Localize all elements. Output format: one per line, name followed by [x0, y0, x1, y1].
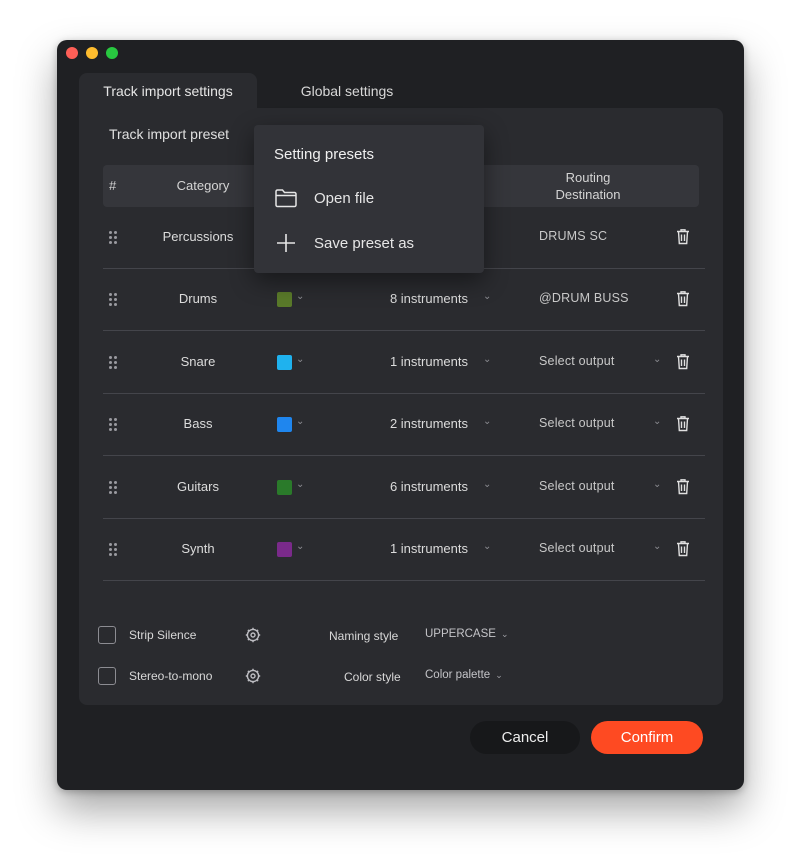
open-file-label: Open file [314, 189, 375, 207]
chevron-down-icon[interactable]: ⌄ [483, 479, 491, 490]
chevron-down-icon[interactable]: ⌄ [653, 354, 661, 365]
stereo-to-mono-settings-icon[interactable] [245, 668, 261, 684]
drag-handle-icon[interactable] [109, 481, 119, 495]
row-category: Snare [180, 354, 216, 369]
color-swatch[interactable] [277, 355, 292, 370]
table-row: Bass ⌄ 2 instruments ⌄ Select output ⌄ [103, 394, 705, 456]
color-swatch[interactable] [277, 542, 292, 557]
tab-track-import-settings[interactable]: Track import settings [79, 73, 257, 109]
row-instruments[interactable]: 6 instruments [358, 479, 468, 494]
row-routing[interactable]: @DRUM BUSS [539, 291, 629, 305]
chevron-down-icon[interactable]: ⌄ [653, 479, 661, 490]
drag-handle-icon[interactable] [109, 418, 119, 432]
strip-silence-settings-icon[interactable] [245, 627, 261, 643]
cancel-button[interactable]: Cancel [470, 721, 580, 754]
trash-icon[interactable] [676, 228, 690, 245]
chevron-down-icon[interactable]: ⌄ [483, 291, 491, 302]
chevron-down-icon[interactable]: ⌄ [296, 354, 304, 365]
row-instruments[interactable]: 2 instruments [358, 416, 468, 431]
strip-silence-checkbox[interactable] [98, 626, 116, 644]
minimize-window-button[interactable] [86, 47, 98, 59]
zoom-window-button[interactable] [106, 47, 118, 59]
drag-handle-icon[interactable] [109, 231, 119, 245]
window-controls [66, 47, 118, 59]
trash-icon[interactable] [676, 353, 690, 370]
chevron-down-icon[interactable]: ⌄ [296, 416, 304, 427]
row-routing[interactable]: DRUMS SC [539, 229, 607, 243]
row-category: Bass [183, 416, 213, 431]
chevron-down-icon[interactable]: ⌄ [653, 541, 661, 552]
folder-icon [275, 189, 297, 208]
plus-icon [277, 234, 295, 252]
trash-icon[interactable] [676, 290, 690, 307]
drag-handle-icon[interactable] [109, 543, 119, 557]
chevron-down-icon[interactable]: ⌄ [483, 541, 491, 552]
chevron-down-icon: ⌄ [495, 670, 503, 680]
chevron-down-icon[interactable]: ⌄ [296, 291, 304, 302]
row-category: Synth [181, 541, 215, 556]
row-routing[interactable]: Select output [539, 416, 615, 430]
tab-global-settings[interactable]: Global settings [277, 73, 417, 109]
row-routing[interactable]: Select output [539, 479, 615, 493]
track-import-preset-label: Track import preset [109, 126, 230, 142]
chevron-down-icon[interactable]: ⌄ [483, 354, 491, 365]
color-swatch[interactable] [277, 480, 292, 495]
save-preset-as-menu-item[interactable]: Save preset as [274, 231, 414, 255]
chevron-down-icon: ⌄ [500, 629, 509, 639]
header-index: # [109, 178, 117, 193]
naming-style-label: Naming style [329, 629, 399, 643]
popover-title: Setting presets [274, 146, 375, 163]
row-instruments[interactable]: 1 instruments [358, 354, 468, 369]
row-instruments[interactable]: 1 instruments [358, 541, 468, 556]
row-category: Drums [178, 291, 218, 306]
header-category: Category [176, 178, 230, 193]
row-routing[interactable]: Select output [539, 354, 615, 368]
row-category: Guitars [177, 479, 219, 494]
header-routing: Routing Destination [555, 170, 621, 202]
confirm-button[interactable]: Confirm [591, 721, 703, 754]
chevron-down-icon[interactable]: ⌄ [296, 479, 304, 490]
table-row: Drums ⌄ 8 instruments ⌄ @DRUM BUSS [103, 269, 705, 331]
chevron-down-icon[interactable]: ⌄ [483, 416, 491, 427]
stereo-to-mono-checkbox[interactable] [98, 667, 116, 685]
close-window-button[interactable] [66, 47, 78, 59]
table-row: Synth ⌄ 1 instruments ⌄ Select output ⌄ [103, 519, 705, 581]
row-category: Percussions [162, 229, 234, 244]
chevron-down-icon[interactable]: ⌄ [296, 541, 304, 552]
trash-icon[interactable] [676, 415, 690, 432]
color-style-label: Color style [344, 670, 401, 684]
naming-style-value: UPPERCASE [425, 628, 496, 640]
trash-icon[interactable] [676, 540, 690, 557]
open-file-menu-item[interactable]: Open file [274, 186, 374, 210]
stereo-to-mono-label: Stereo-to-mono [129, 669, 213, 683]
drag-handle-icon[interactable] [109, 356, 119, 370]
naming-style-dropdown[interactable]: UPPERCASE ⌄ [425, 628, 508, 640]
drag-handle-icon[interactable] [109, 293, 119, 307]
table-row: Snare ⌄ 1 instruments ⌄ Select output ⌄ [103, 332, 705, 394]
color-swatch[interactable] [277, 292, 292, 307]
row-routing[interactable]: Select output [539, 541, 615, 555]
row-instruments[interactable]: 8 instruments [358, 291, 468, 306]
chevron-down-icon[interactable]: ⌄ [653, 416, 661, 427]
color-style-dropdown[interactable]: Color palette ⌄ [425, 669, 503, 681]
trash-icon[interactable] [676, 478, 690, 495]
save-preset-as-label: Save preset as [314, 234, 415, 252]
color-style-value: Color palette [425, 669, 491, 681]
color-swatch[interactable] [277, 417, 292, 432]
strip-silence-label: Strip Silence [129, 628, 197, 642]
setting-presets-popover: Setting presets Open file Save preset as [254, 125, 484, 273]
table-row: Guitars ⌄ 6 instruments ⌄ Select output ⌄ [103, 457, 705, 519]
